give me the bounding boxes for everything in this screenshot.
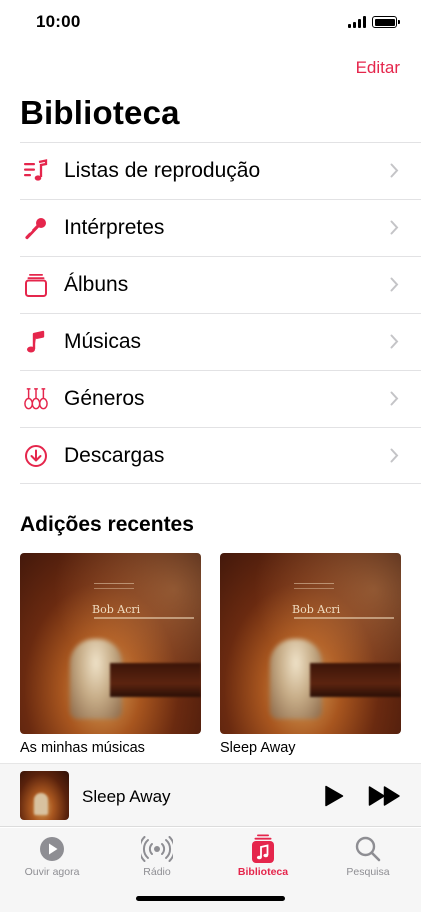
tab-library[interactable]: Biblioteca	[213, 834, 313, 878]
home-indicator[interactable]	[136, 896, 285, 901]
library-item-label: Géneros	[64, 387, 145, 410]
chevron-right-icon	[390, 334, 399, 349]
guitars-icon	[24, 387, 48, 411]
play-icon[interactable]	[324, 785, 344, 807]
chevron-right-icon	[390, 448, 399, 463]
fast-forward-icon[interactable]	[368, 785, 401, 807]
recently-added-title: Adições recentes	[20, 513, 194, 536]
album-stack-icon	[24, 273, 48, 297]
tab-label: Ouvir agora	[24, 866, 80, 878]
download-circle-icon	[24, 444, 48, 468]
status-bar: 10:00	[0, 0, 421, 48]
tab-radio[interactable]: Rádio	[107, 834, 207, 878]
now-playing-artwork	[20, 771, 69, 820]
album-cover-text: Bob Acri	[292, 603, 341, 616]
status-icons	[348, 16, 400, 28]
library-item-artists[interactable]: Intérpretes	[20, 199, 421, 256]
radio-waves-icon	[141, 836, 173, 862]
album-title: As minhas músicas	[20, 740, 145, 756]
library-item-label: Listas de reprodução	[64, 159, 261, 182]
tab-listen-now[interactable]: Ouvir agora	[2, 834, 102, 878]
music-note-icon	[24, 330, 48, 354]
chevron-right-icon	[390, 391, 399, 406]
library-item-label: Descargas	[64, 443, 165, 467]
library-item-downloads[interactable]: Descargas	[20, 427, 421, 484]
search-icon	[355, 836, 381, 862]
microphone-icon	[24, 216, 48, 240]
album-cover: Bob Acri	[220, 553, 401, 734]
library-item-label: Álbuns	[64, 273, 129, 296]
album-card[interactable]: Bob Acri As minhas músicas	[20, 553, 201, 756]
library-item-label: Músicas	[64, 330, 142, 353]
album-card[interactable]: Bob Acri Sleep Away	[220, 553, 401, 756]
library-item-songs[interactable]: Músicas	[20, 313, 421, 370]
status-time: 10:00	[36, 12, 81, 31]
playlist-icon	[24, 159, 48, 183]
now-playing-title: Sleep Away	[82, 787, 171, 806]
album-title: Sleep Away	[220, 740, 296, 756]
chevron-right-icon	[390, 220, 399, 235]
cellular-signal-icon	[348, 16, 366, 28]
library-item-label: Intérpretes	[64, 216, 165, 239]
tab-label: Biblioteca	[237, 866, 289, 878]
album-cover: Bob Acri	[20, 553, 201, 734]
edit-button[interactable]: Editar	[356, 58, 400, 78]
library-item-genres[interactable]: Géneros	[20, 370, 421, 427]
play-circle-icon	[40, 837, 64, 861]
library-list: Listas de reprodução Intérpretes Álbuns	[20, 142, 421, 484]
page-title: Biblioteca	[20, 94, 180, 131]
library-item-albums[interactable]: Álbuns	[20, 256, 421, 313]
tab-label: Pesquisa	[346, 866, 390, 878]
chevron-right-icon	[390, 163, 399, 178]
battery-icon	[372, 16, 400, 28]
library-item-playlists[interactable]: Listas de reprodução	[20, 142, 421, 199]
album-cover-text: Bob Acri	[92, 603, 141, 616]
library-icon	[252, 834, 274, 863]
tab-label: Rádio	[143, 866, 171, 878]
chevron-right-icon	[390, 277, 399, 292]
mini-player[interactable]: Sleep Away	[0, 763, 421, 827]
tab-search[interactable]: Pesquisa	[318, 834, 418, 878]
